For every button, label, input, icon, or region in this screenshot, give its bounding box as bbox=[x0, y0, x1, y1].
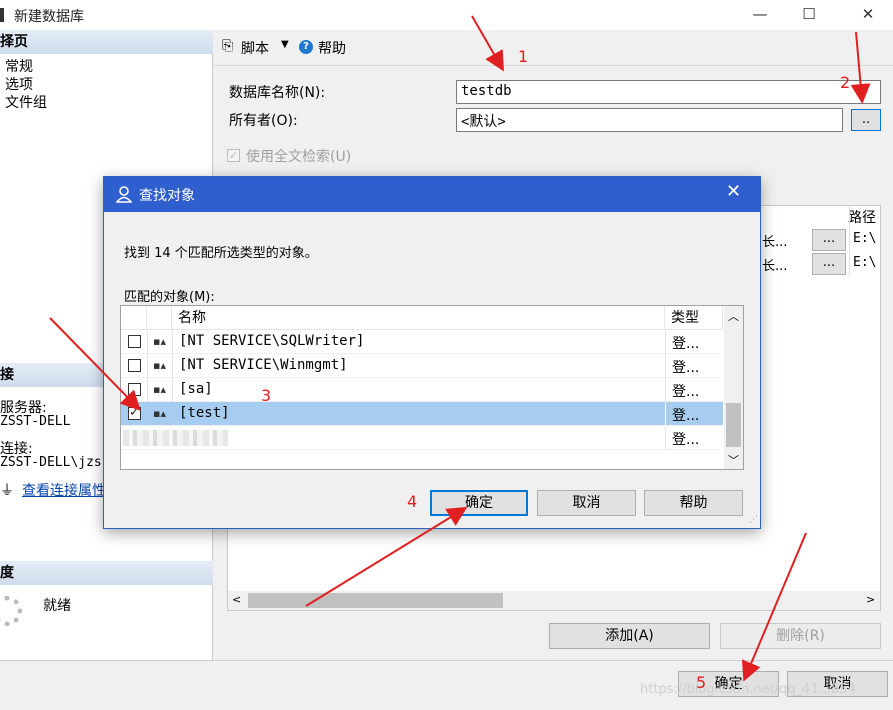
arrow-5 bbox=[741, 532, 807, 682]
annotation-number-5: 5 bbox=[696, 673, 707, 692]
annotation-number-2: 2 bbox=[840, 73, 851, 92]
annotation-number-1: 1 bbox=[518, 47, 529, 66]
arrow-4 bbox=[305, 506, 468, 607]
annotation-arrows bbox=[49, 15, 871, 682]
arrow-1 bbox=[471, 15, 504, 72]
arrow-3 bbox=[49, 317, 141, 411]
arrow-2 bbox=[850, 31, 871, 104]
annotation-number-3: 3 bbox=[261, 386, 272, 405]
annotation-number-4: 4 bbox=[407, 492, 418, 511]
